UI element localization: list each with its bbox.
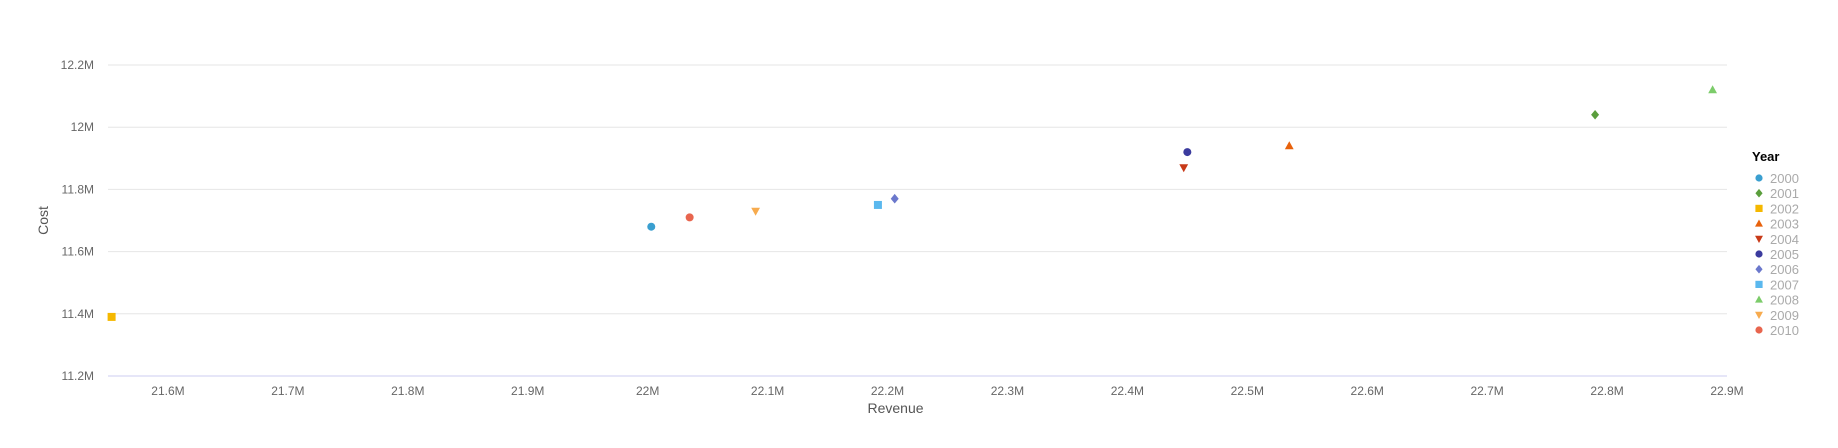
legend-marker-2005 [1755,250,1763,258]
y-tick-label: 11.4M [62,307,94,321]
x-tick-label: 22.1M [751,384,784,398]
legend-marker-2008 [1755,295,1763,303]
data-point-2003 [1284,141,1294,150]
legend-label-2009: 2009 [1770,308,1799,323]
data-point-2009 [751,207,760,216]
data-point-2006 [890,193,899,204]
data-point-2002 [107,312,116,321]
data-point-2005 [1183,148,1192,157]
legend-marker-2006 [1755,264,1763,274]
data-points [107,85,1718,321]
y-tick-label: 12.2M [61,58,94,72]
x-tick-label: 22.4M [1111,384,1144,398]
legend-label-2002: 2002 [1770,201,1799,216]
x-tick-label: 21.6M [151,384,184,398]
grid-lines [108,64,1727,315]
data-point-2007 [873,200,882,209]
legend-marker-2007 [1755,280,1763,288]
x-tick-label: 22.8M [1590,384,1623,398]
x-tick-label: 22.7M [1470,384,1503,398]
x-axis-ticks: 21.6M 21.7M 21.8M 21.9M 22M 22.1M 22.2M 22.3M 22… [151,384,1743,398]
x-tick-label: 22M [636,384,659,398]
legend-marker-2001 [1755,188,1763,198]
y-tick-label: 11.6M [62,245,94,259]
y-axis-ticks: 11.2M 11.4M 11.6M 11.8M 12M 12.2M [61,58,94,383]
x-tick-label: 21.9M [511,384,544,398]
legend-label-2003: 2003 [1770,217,1799,232]
legend-marker-2009 [1755,311,1763,319]
legend-label-2008: 2008 [1770,293,1799,308]
data-point-2008 [1708,85,1718,94]
legend-label-2001: 2001 [1770,186,1799,201]
data-point-2000 [647,222,656,231]
data-point-2010 [685,213,694,222]
legend-marker-2004 [1755,235,1763,243]
legend-label-2007: 2007 [1770,277,1799,292]
legend: Year 20002001200220032004200520062007200… [1752,149,1799,338]
legend-marker-2003 [1755,219,1763,227]
chart-canvas: 11.2M11.4M11.6M11.8M12M12.2M 21.6M 21.7M 2… [35,58,1799,416]
data-point-2001 [1591,109,1600,120]
x-tick-label: 22.9M [1710,384,1743,398]
x-tick-label: 22.5M [1231,384,1264,398]
legend-label-2000: 2000 [1770,171,1799,186]
legend-label-2006: 2006 [1770,262,1799,277]
x-tick-label: 21.8M [391,384,424,398]
legend-label-2005: 2005 [1770,247,1799,262]
x-axis-title: Revenue [867,400,923,416]
legend-marker-2002 [1755,204,1763,212]
scatter-chart: 11.2M 11.4M 11.6M 11.8M 12M 12.2M 21.6M 21.7M 2… [0,0,1838,448]
y-tick-label: 11.8M [62,182,94,196]
legend-label-2010: 2010 [1770,323,1799,338]
y-tick-label: 12M [71,120,94,134]
x-tick-label: 22.2M [871,384,904,398]
legend-title: Year [1752,149,1779,164]
data-point-2004 [1179,164,1189,173]
legend-label-2004: 2004 [1770,232,1799,247]
x-tick-label: 22.3M [991,384,1024,398]
legend-marker-2010 [1755,326,1763,334]
y-tick-label: 11.2M [62,369,94,383]
x-tick-label: 22.6M [1351,384,1384,398]
x-tick-label: 21.7M [271,384,304,398]
legend-marker-2000 [1755,174,1763,182]
y-axis-title: Cost [35,206,51,235]
